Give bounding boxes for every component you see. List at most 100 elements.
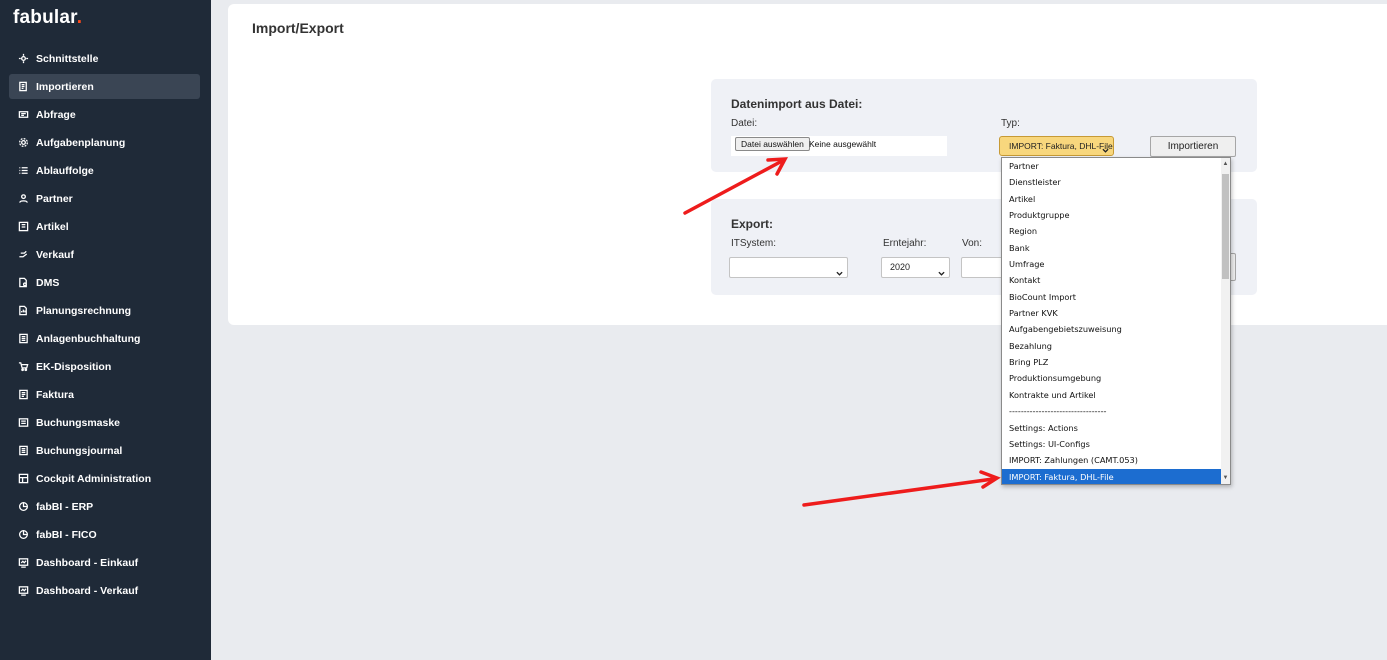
sidebar-item-buchungsjournal[interactable]: Buchungsjournal [9,438,200,463]
sidebar-item-ablauffolge[interactable]: Ablauffolge [9,158,200,183]
dashboard-icon [17,585,29,597]
scroll-thumb[interactable] [1222,174,1229,279]
arrow-to-selected-option-head [979,470,1001,489]
dropdown-option[interactable]: Bring PLZ [1002,354,1222,370]
choose-file-button[interactable]: Datei auswählen [735,137,810,151]
sidebar-item-label: DMS [36,276,60,289]
type-dropdown-list[interactable]: Partner Dienstleister Artikel Produktgruppe… [1001,157,1231,485]
dropdown-option[interactable]: Kontrakte und Artikel [1002,387,1222,403]
sidebar-item-label: Partner [36,192,73,205]
hand-money-icon [17,249,29,261]
sidebar-item-label: Buchungsmaske [36,416,121,429]
type-select[interactable]: IMPORT: Faktura, DHL-File [999,136,1114,156]
dropdown-option[interactable]: Artikel [1002,191,1222,207]
sidebar-item-faktura[interactable]: Faktura [9,382,200,407]
from-label: Von: [962,238,983,249]
year-select[interactable]: 2020 [881,257,950,278]
sidebar-item-label: Planungsrechnung [36,304,132,317]
sidebar-item-importieren[interactable]: Importieren [9,74,200,99]
dropdown-option[interactable]: Partner KVK [1002,305,1222,321]
document-search-icon [17,277,29,289]
sidebar-item-verkauf[interactable]: Verkauf [9,242,200,267]
export-heading: Export: [731,217,773,231]
page-title: Import/Export [252,20,344,36]
dropdown-option-selected[interactable]: IMPORT: Faktura, DHL-File [1002,468,1222,484]
sidebar-item-dms[interactable]: DMS [9,270,200,295]
dropdown-option[interactable]: Region [1002,223,1222,239]
logo[interactable]: fabular. [13,7,82,29]
dropdown-option[interactable]: Aufgabengebietszuweisung [1002,321,1222,337]
dropdown-option[interactable]: Dienstleister [1002,174,1222,190]
sidebar-item-anlagenbuchhaltung[interactable]: Anlagenbuchhaltung [9,326,200,351]
itsystem-label: ITSystem: [731,238,777,249]
type-label: Typ: [1001,118,1020,129]
sidebar-item-label: Aufgabenplanung [36,136,126,149]
file-label: Datei: [731,118,758,129]
interface-icon [17,53,29,65]
sidebar-item-label: Abfrage [36,108,76,121]
dropdown-option[interactable]: Umfrage [1002,256,1222,272]
arrow-to-selected-option [802,477,995,507]
ledger-icon [17,333,29,345]
invoice-icon [17,389,29,401]
sidebar-item-artikel[interactable]: Artikel [9,214,200,239]
gear-icon [17,137,29,149]
sidebar-item-label: Dashboard - Einkauf [36,556,139,569]
dropdown-option[interactable]: Settings: UI-Configs [1002,436,1222,452]
sidebar-item-label: EK-Disposition [36,360,112,373]
scroll-up-icon[interactable]: ▲ [1222,160,1229,168]
sidebar-item-fabbi-erp[interactable]: fabBI - ERP [9,494,200,519]
query-icon [17,109,29,121]
sidebar-item-label: Cockpit Administration [36,472,152,485]
chevron-down-icon [836,265,843,276]
from-date-input[interactable] [961,257,1006,278]
year-label: Erntejahr: [883,238,927,249]
year-value: 2020 [890,262,911,272]
form-icon [17,417,29,429]
sidebar-item-planungsrechnung[interactable]: Planungsrechnung [9,298,200,323]
dropdown-option[interactable]: BioCount Import [1002,289,1222,305]
journal-icon [17,445,29,457]
sidebar-item-abfrage[interactable]: Abfrage [9,102,200,127]
sidebar-item-fabbi-fico[interactable]: fabBI - FICO [9,522,200,547]
sidebar: fabular. Schnittstelle Importieren Abfrage… [0,0,211,660]
sidebar-item-schnittstelle[interactable]: Schnittstelle [9,46,200,71]
sidebar-item-label: fabBI - FICO [36,528,97,541]
sidebar-item-label: Ablauffolge [36,164,94,177]
import-heading: Datenimport aus Datei: [731,97,863,111]
scroll-down-icon[interactable]: ▼ [1222,474,1229,482]
dropdown-option[interactable]: Bezahlung [1002,338,1222,354]
itsystem-select[interactable] [729,257,848,278]
chevron-down-icon [938,265,945,276]
dropdown-option[interactable]: Produktionsumgebung [1002,370,1222,386]
list-icon [17,165,29,177]
sidebar-item-buchungsmaske[interactable]: Buchungsmaske [9,410,200,435]
sidebar-item-label: Anlagenbuchhaltung [36,332,141,345]
sidebar-item-partner[interactable]: Partner [9,186,200,211]
sidebar-nav: Schnittstelle Importieren Abfrage Aufgabenp… [9,46,200,606]
dropdown-option[interactable]: Partner [1002,158,1222,174]
dropdown-option[interactable]: Bank [1002,240,1222,256]
bi-icon [17,501,29,513]
sidebar-item-label: Dashboard - Verkauf [36,584,139,597]
dropdown-option[interactable]: --------------------------------- [1002,403,1222,419]
chevron-down-icon [1102,142,1109,153]
sidebar-item-label: Schnittstelle [36,52,99,65]
sidebar-item-label: Importieren [36,80,94,93]
dropdown-option[interactable]: Produktgruppe [1002,207,1222,223]
dropdown-scrollbar[interactable]: ▲ ▼ [1221,158,1230,484]
sidebar-item-dashboard-einkauf[interactable]: Dashboard - Einkauf [9,550,200,575]
dropdown-option[interactable]: Kontakt [1002,272,1222,288]
sidebar-item-label: Faktura [36,388,74,401]
dropdown-option[interactable]: Settings: Actions [1002,420,1222,436]
cart-icon [17,361,29,373]
sidebar-item-dashboard-verkauf[interactable]: Dashboard - Verkauf [9,578,200,603]
sidebar-item-aufgabenplanung[interactable]: Aufgabenplanung [9,130,200,155]
bi-icon [17,529,29,541]
dropdown-option[interactable]: IMPORT: Zahlungen (CAMT.053) [1002,452,1222,468]
sidebar-item-cockpit-administration[interactable]: Cockpit Administration [9,466,200,491]
sidebar-item-label: Buchungsjournal [36,444,123,457]
import-button[interactable]: Importieren [1150,136,1236,157]
sidebar-item-ek-disposition[interactable]: EK-Disposition [9,354,200,379]
type-select-value: IMPORT: Faktura, DHL-File [1009,141,1113,151]
